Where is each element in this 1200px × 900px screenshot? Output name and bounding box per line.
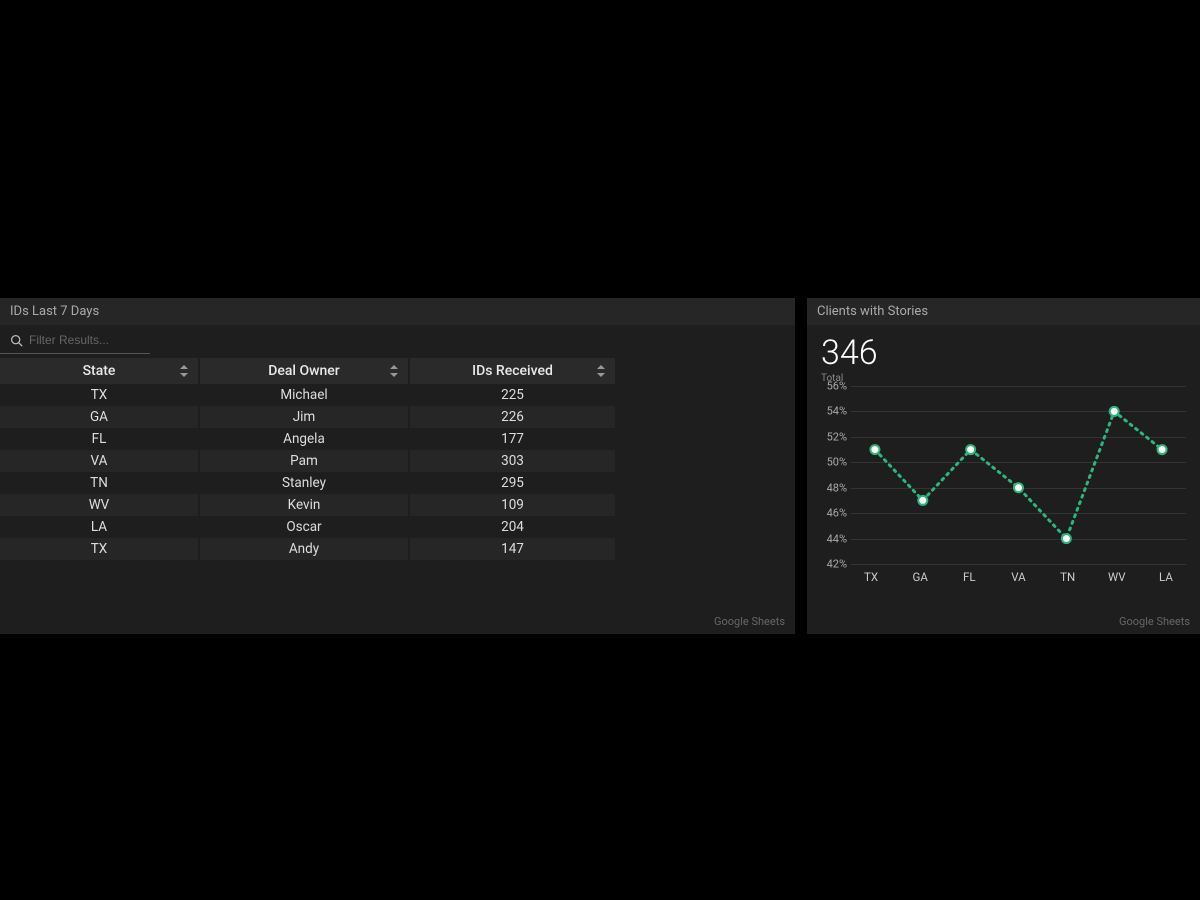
col-state[interactable]: State xyxy=(0,358,200,384)
line-chart: 56%54%52%50%48%46%44%42%TXGAFLVATNWVLA xyxy=(807,386,1200,594)
cell-state: LA xyxy=(0,516,200,538)
cell-state: TN xyxy=(0,472,200,494)
chart-svg xyxy=(851,386,1186,564)
data-table: State Deal Owner IDs Received TXMichael2… xyxy=(0,358,615,560)
panel-clients-with-stories: Clients with Stories 346 Total 56% 54% 52%… xyxy=(807,298,1200,634)
col-label: Deal Owner xyxy=(268,363,340,379)
cell-owner: Pam xyxy=(200,450,410,472)
cell-state: FL xyxy=(0,428,200,450)
x-tick: TX xyxy=(851,570,891,584)
metric-value: 346 xyxy=(807,325,1200,373)
cell-owner: Michael xyxy=(200,384,410,406)
y-tick: 50% xyxy=(817,456,847,469)
cell-state: GA xyxy=(0,406,200,428)
chart-point[interactable] xyxy=(918,496,927,505)
table-row[interactable]: LAOscar204 xyxy=(0,516,615,538)
table-body: TXMichael225GAJim226FLAngela177VAPam303T… xyxy=(0,384,615,560)
panel-title: IDs Last 7 Days xyxy=(0,298,795,325)
table-row[interactable]: GAJim226 xyxy=(0,406,615,428)
dashboard-row: IDs Last 7 Days State Deal Owner xyxy=(0,298,1200,634)
col-ids-received[interactable]: IDs Received xyxy=(410,358,615,384)
search-icon xyxy=(10,334,23,347)
cell-owner: Stanley xyxy=(200,472,410,494)
panel-title: Clients with Stories xyxy=(807,298,1200,325)
cell-ids: 109 xyxy=(410,494,615,516)
cell-ids: 147 xyxy=(410,538,615,560)
cell-ids: 303 xyxy=(410,450,615,472)
y-tick: 52% xyxy=(817,430,847,443)
cell-ids: 204 xyxy=(410,516,615,538)
chart-point[interactable] xyxy=(870,445,879,454)
y-tick: 44% xyxy=(817,532,847,545)
col-deal-owner[interactable]: Deal Owner xyxy=(200,358,410,384)
chart-point[interactable] xyxy=(1014,483,1023,492)
sort-icon[interactable] xyxy=(597,365,605,377)
x-tick: LA xyxy=(1146,570,1186,584)
x-tick: FL xyxy=(949,570,989,584)
x-ticks: TX GA FL VA TN WV LA xyxy=(851,570,1186,584)
panel-body: 346 Total 56% 54% 52% 50% 48% 46% 44% 42% TX GA FL… xyxy=(807,325,1200,611)
panel-footer: Google Sheets xyxy=(0,611,795,634)
col-label: IDs Received xyxy=(472,363,553,379)
table-row[interactable]: VAPam303 xyxy=(0,450,615,472)
panel-body: State Deal Owner IDs Received TXMichael2… xyxy=(0,325,795,611)
table-header: State Deal Owner IDs Received xyxy=(0,358,615,384)
cell-owner: Jim xyxy=(200,406,410,428)
cell-ids: 225 xyxy=(410,384,615,406)
cell-ids: 177 xyxy=(410,428,615,450)
cell-state: WV xyxy=(0,494,200,516)
col-label: State xyxy=(83,363,116,379)
chart-point[interactable] xyxy=(1110,407,1119,416)
panel-footer: Google Sheets xyxy=(807,611,1200,634)
x-tick: TN xyxy=(1048,570,1088,584)
x-tick: WV xyxy=(1097,570,1137,584)
cell-owner: Kevin xyxy=(200,494,410,516)
cell-ids: 295 xyxy=(410,472,615,494)
table-row[interactable]: TXMichael225 xyxy=(0,384,615,406)
cell-ids: 226 xyxy=(410,406,615,428)
y-tick: 46% xyxy=(817,507,847,520)
y-tick: 54% xyxy=(817,405,847,418)
cell-owner: Angela xyxy=(200,428,410,450)
table-row[interactable]: WVKevin109 xyxy=(0,494,615,516)
filter-wrap[interactable] xyxy=(0,325,150,354)
y-tick: 56% xyxy=(817,380,847,393)
cell-owner: Andy xyxy=(200,538,410,560)
y-tick: 48% xyxy=(817,481,847,494)
sort-icon[interactable] xyxy=(180,365,188,377)
chart-point[interactable] xyxy=(1158,445,1167,454)
sort-icon[interactable] xyxy=(390,365,398,377)
x-tick: VA xyxy=(998,570,1038,584)
filter-input[interactable] xyxy=(29,333,139,347)
chart-line xyxy=(875,411,1162,538)
panel-ids-last-7-days: IDs Last 7 Days State Deal Owner xyxy=(0,298,795,634)
y-tick: 42% xyxy=(817,558,847,571)
chart-point[interactable] xyxy=(966,445,975,454)
chart-point[interactable] xyxy=(1062,534,1071,543)
table-row[interactable]: TNStanley295 xyxy=(0,472,615,494)
cell-state: TX xyxy=(0,384,200,406)
table-row[interactable]: TXAndy147 xyxy=(0,538,615,560)
cell-state: TX xyxy=(0,538,200,560)
gridline xyxy=(851,564,1186,565)
x-tick: GA xyxy=(900,570,940,584)
metric-label: Total xyxy=(807,373,1200,386)
cell-owner: Oscar xyxy=(200,516,410,538)
table-row[interactable]: FLAngela177 xyxy=(0,428,615,450)
cell-state: VA xyxy=(0,450,200,472)
